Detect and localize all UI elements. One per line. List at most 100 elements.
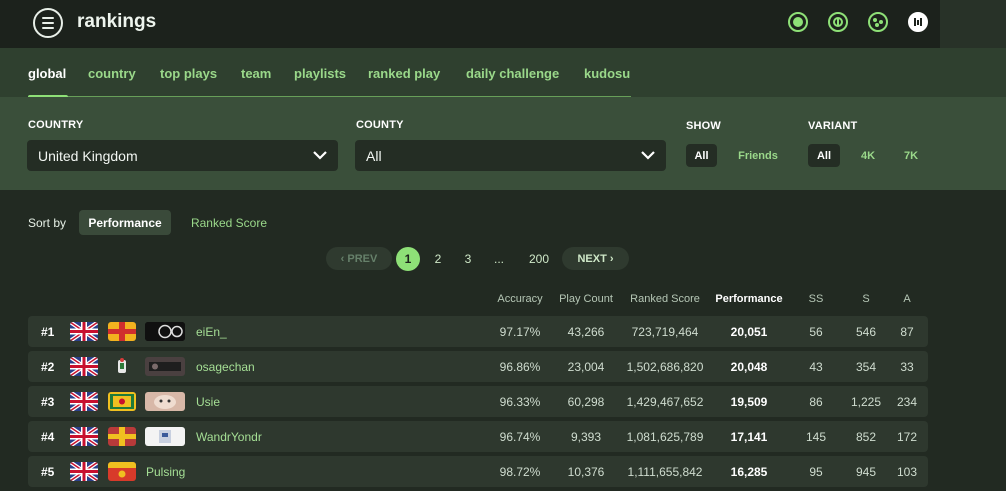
county-select-value: All: [366, 148, 382, 164]
table-row[interactable]: #2 osagechan 96.86% 23,004 1,502,686,820…: [28, 351, 928, 382]
page-1-button[interactable]: 1: [396, 247, 420, 271]
row-ss: 95: [809, 465, 823, 479]
rankings-logo-icon[interactable]: [33, 8, 63, 38]
row-ss: 86: [809, 395, 823, 409]
column-header-ss: SS: [808, 293, 824, 305]
mode-catch-icon[interactable]: [868, 12, 888, 32]
page-ellipsis: ...: [493, 252, 504, 266]
page-2-button[interactable]: 2: [430, 252, 446, 266]
chevron-down-icon: [313, 151, 327, 160]
tab-playlists[interactable]: playlists: [294, 66, 346, 81]
row-accuracy: 96.74%: [499, 430, 541, 444]
row-username[interactable]: Usie: [196, 395, 220, 409]
sort-ranked-score-button[interactable]: Ranked Score: [182, 210, 276, 235]
row-performance: 20,051: [730, 325, 768, 339]
variant-4k-button[interactable]: 4K: [853, 144, 883, 167]
avatar[interactable]: [145, 357, 185, 376]
chevron-down-icon: [641, 151, 655, 160]
row-ranked-score: 1,111,655,842: [627, 465, 703, 479]
mode-mania-icon[interactable]: [908, 12, 928, 32]
row-play-count: 10,376: [567, 465, 605, 479]
row-s: 546: [855, 325, 877, 339]
row-performance: 17,141: [730, 430, 768, 444]
country-select-value: United Kingdom: [38, 148, 138, 164]
avatar[interactable]: [145, 392, 185, 411]
county-flag-icon[interactable]: [108, 392, 136, 411]
row-accuracy: 98.72%: [499, 465, 541, 479]
page-200-button[interactable]: 200: [524, 252, 554, 266]
row-rank: #1: [41, 325, 55, 339]
uk-flag-icon[interactable]: [70, 462, 98, 481]
row-ranked-score: 1,081,625,789: [626, 430, 704, 444]
row-rank: #4: [41, 430, 55, 444]
show-all-button[interactable]: All: [686, 144, 717, 167]
column-header-a: A: [903, 293, 911, 305]
table-row[interactable]: #1 eiEn_ 97.17% 43,266 723,719,464 20,05…: [28, 316, 928, 347]
county-label: COUNTY: [356, 119, 404, 131]
row-play-count: 9,393: [570, 430, 602, 444]
page-3-button[interactable]: 3: [460, 252, 476, 266]
uk-flag-icon[interactable]: [70, 392, 98, 411]
column-header-accuracy: Accuracy: [497, 293, 543, 305]
row-accuracy: 97.17%: [499, 325, 541, 339]
row-a: 33: [900, 360, 914, 374]
tab-top-plays[interactable]: top plays: [160, 66, 217, 81]
uk-flag-icon[interactable]: [70, 357, 98, 376]
show-label: SHOW: [686, 120, 722, 132]
page-title: rankings: [77, 11, 157, 32]
variant-label: VARIANT: [808, 120, 858, 132]
row-rank: #3: [41, 395, 55, 409]
row-ss: 43: [809, 360, 823, 374]
variant-all-button[interactable]: All: [808, 144, 840, 167]
row-a: 87: [900, 325, 914, 339]
variant-7k-button[interactable]: 7K: [896, 144, 926, 167]
country-label: COUNTRY: [28, 119, 84, 131]
tab-daily-challenge[interactable]: daily challenge: [466, 66, 559, 81]
avatar[interactable]: [145, 427, 185, 446]
prev-page-button[interactable]: ‹ PREV: [326, 247, 392, 270]
sort-performance-button[interactable]: Performance: [79, 210, 171, 235]
row-a: 234: [896, 395, 918, 409]
row-username[interactable]: WandrYondr: [196, 430, 262, 444]
row-s: 945: [855, 465, 877, 479]
row-rank: #5: [41, 465, 55, 479]
live-icon[interactable]: [788, 12, 808, 32]
table-row[interactable]: #4 WandrYondr 96.74% 9,393 1,081,625,789…: [28, 421, 928, 452]
county-flag-icon[interactable]: [108, 462, 136, 481]
country-select[interactable]: United Kingdom: [27, 140, 338, 171]
row-ranked-score: 1,429,467,652: [626, 395, 704, 409]
mode-taiko-icon[interactable]: [828, 12, 848, 32]
row-ss: 145: [805, 430, 827, 444]
avatar[interactable]: [145, 322, 185, 341]
row-ranked-score: 723,719,464: [631, 325, 699, 339]
county-flag-icon[interactable]: [108, 427, 136, 446]
tab-country[interactable]: country: [88, 66, 136, 81]
row-username[interactable]: eiEn_: [196, 325, 227, 339]
show-friends-button[interactable]: Friends: [730, 144, 786, 167]
tab-kudosu[interactable]: kudosu: [584, 66, 630, 81]
tab-global[interactable]: global: [28, 66, 66, 81]
column-header-ranked-score: Ranked Score: [630, 293, 700, 305]
row-rank: #2: [41, 360, 55, 374]
table-row[interactable]: #5 Pulsing 98.72% 10,376 1,111,655,842 1…: [28, 456, 928, 487]
row-play-count: 43,266: [567, 325, 605, 339]
row-username[interactable]: Pulsing: [146, 465, 185, 479]
tab-team[interactable]: team: [241, 66, 271, 81]
row-username[interactable]: osagechan: [196, 360, 255, 374]
top-bar: rankings: [0, 0, 1006, 48]
column-header-s: S: [862, 293, 870, 305]
row-accuracy: 96.33%: [499, 395, 541, 409]
next-page-button[interactable]: NEXT ›: [562, 247, 629, 270]
tab-ranked-play[interactable]: ranked play: [368, 66, 440, 81]
row-ranked-score: 1,502,686,820: [626, 360, 704, 374]
uk-flag-icon[interactable]: [70, 427, 98, 446]
county-flag-icon[interactable]: [108, 322, 136, 341]
row-s: 1,225: [850, 395, 882, 409]
scrollbar-track: [940, 0, 1006, 48]
row-s: 354: [855, 360, 877, 374]
county-flag-icon[interactable]: [108, 357, 136, 376]
county-select[interactable]: All: [355, 140, 666, 171]
table-row[interactable]: #3 Usie 96.33% 60,298 1,429,467,652 19,5…: [28, 386, 928, 417]
uk-flag-icon[interactable]: [70, 322, 98, 341]
row-performance: 19,509: [730, 395, 768, 409]
